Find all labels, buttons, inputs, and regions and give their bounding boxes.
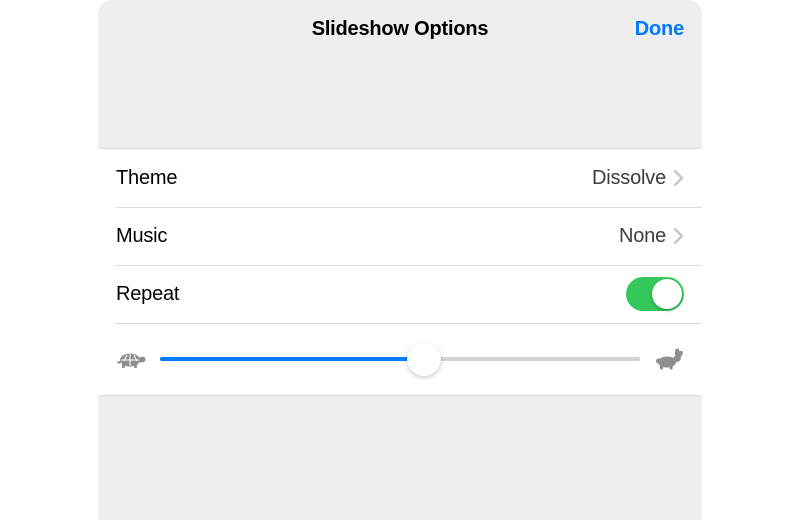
turtle-icon [116, 349, 146, 369]
toggle-knob [652, 279, 682, 309]
repeat-row: Repeat [98, 265, 702, 323]
navbar: Slideshow Options Done [98, 0, 702, 58]
theme-value: Dissolve [592, 167, 666, 190]
slider-thumb[interactable] [407, 342, 441, 376]
options-list: Theme Dissolve Music None Repeat [98, 148, 702, 396]
music-row[interactable]: Music None [98, 207, 702, 265]
speed-row [98, 323, 702, 395]
theme-label: Theme [116, 167, 177, 190]
slider-fill [160, 357, 424, 361]
repeat-label: Repeat [116, 283, 179, 306]
speed-slider[interactable] [160, 339, 640, 379]
navbar-title: Slideshow Options [312, 18, 489, 41]
theme-row[interactable]: Theme Dissolve [98, 149, 702, 207]
music-value: None [619, 225, 666, 248]
music-label: Music [116, 225, 167, 248]
rabbit-icon [654, 348, 684, 370]
chevron-right-icon [674, 228, 684, 244]
chevron-right-icon [674, 170, 684, 186]
done-button[interactable]: Done [635, 0, 684, 58]
repeat-toggle[interactable] [626, 277, 684, 311]
options-sheet: Slideshow Options Done Theme Dissolve Mu… [98, 0, 702, 520]
